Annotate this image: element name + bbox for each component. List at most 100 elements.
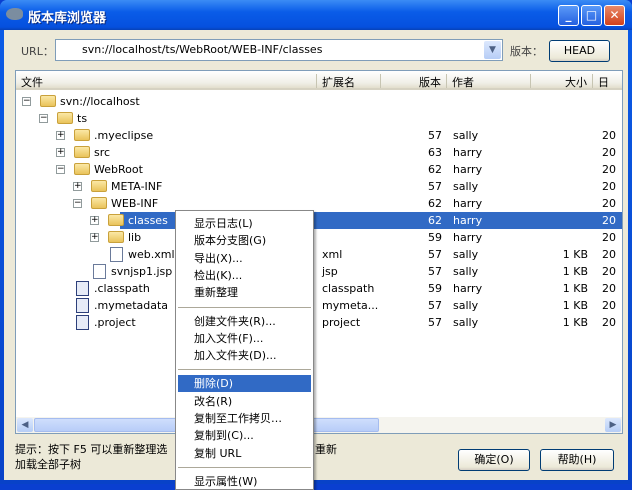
file-revision: 62	[428, 197, 442, 210]
file-author: harry	[453, 231, 483, 244]
menu-item[interactable]: 加入文件(F)...	[178, 330, 311, 347]
file-revision: 57	[428, 248, 442, 261]
file-revision: 59	[428, 231, 442, 244]
file-ext: classpath	[322, 282, 375, 295]
folder-icon	[91, 197, 107, 209]
file-size: 1 KB	[562, 299, 588, 312]
table-row[interactable]: − svn://localhost	[16, 93, 622, 110]
ok-button[interactable]: 确定(O)	[458, 449, 530, 471]
table-row[interactable]: + META-INF 57 sally 20	[16, 178, 622, 195]
horizontal-scrollbar[interactable]: ◀ ▶	[16, 417, 622, 433]
menu-item[interactable]: 改名(R)	[178, 393, 311, 410]
file-name: svnjsp1.jsp	[111, 265, 173, 278]
maximize-button[interactable]: □	[581, 5, 602, 26]
folder-icon	[108, 231, 124, 243]
table-row[interactable]: − WebRoot 62 harry 20	[16, 161, 622, 178]
revision-label: 版本：	[510, 45, 543, 58]
table-row[interactable]: + classes 62 harry 20	[16, 212, 622, 229]
revision-head-button[interactable]: HEAD	[549, 40, 610, 62]
column-header-revision[interactable]: 版本	[381, 74, 447, 89]
scroll-left-icon[interactable]: ◀	[17, 418, 33, 432]
column-header-author[interactable]: 作者	[447, 74, 531, 89]
file-date: 20	[602, 282, 616, 295]
hint-text-line1a: 提示：按下 F5 可以重新整理选	[15, 443, 168, 456]
file-author: sally	[453, 129, 479, 142]
context-menu: 显示日志(L) 版本分支图(G) 导出(X)... 检出(K)... 重新整理创建文件夹…	[175, 210, 314, 490]
hint-text-line2: 加载全部子树	[15, 458, 81, 471]
file-revision: 57	[428, 180, 442, 193]
column-header-size[interactable]: 大小	[531, 74, 593, 89]
file-author: sally	[453, 316, 479, 329]
file-list[interactable]: 文件 扩展名 版本 作者 大小 日 − svn://localhost − ts + .m…	[15, 70, 623, 434]
menu-item[interactable]: 复制至工作拷贝…	[178, 410, 311, 427]
table-row[interactable]: .project project 57 sally 1 KB 20	[16, 314, 622, 331]
file-author: harry	[453, 163, 483, 176]
file-revision: 62	[428, 214, 442, 227]
file-date: 20	[602, 214, 616, 227]
menu-item[interactable]: 显示日志(L)	[178, 215, 311, 232]
file-icon	[76, 315, 89, 330]
file-name: WebRoot	[94, 163, 143, 176]
menu-separator	[178, 466, 311, 468]
file-revision: 63	[428, 146, 442, 159]
table-row[interactable]: .mymetadata mymeta... 57 sally 1 KB 20	[16, 297, 622, 314]
file-name: web.xml	[128, 248, 175, 261]
menu-item[interactable]: 显示属性(W)	[178, 473, 311, 490]
file-date: 20	[602, 197, 616, 210]
table-row[interactable]: .classpath classpath 59 harry 1 KB 20	[16, 280, 622, 297]
file-ext: mymeta...	[322, 299, 379, 312]
column-header-ext[interactable]: 扩展名	[317, 74, 381, 89]
table-row[interactable]: − ts	[16, 110, 622, 127]
folder-icon	[91, 180, 107, 192]
collapse-icon[interactable]: −	[73, 199, 82, 208]
file-ext: xml	[322, 248, 343, 261]
table-row[interactable]: + .myeclipse 57 sally 20	[16, 127, 622, 144]
file-size: 1 KB	[562, 265, 588, 278]
folder-icon	[108, 214, 124, 226]
folder-icon	[74, 146, 90, 158]
menu-item[interactable]: 版本分支图(G)	[178, 232, 311, 249]
collapse-icon[interactable]: −	[39, 114, 48, 123]
file-revision: 57	[428, 265, 442, 278]
expand-icon[interactable]: +	[56, 148, 65, 157]
repository-browser-window: 版本库浏览器 _ □ ✕ URL： svn://localhost/ts/Web…	[0, 0, 632, 490]
table-row[interactable]: + lib 59 harry 20	[16, 229, 622, 246]
table-row[interactable]: web.xml xml 57 sally 1 KB 20	[16, 246, 622, 263]
file-icon	[110, 247, 123, 262]
table-row[interactable]: + src 63 harry 20	[16, 144, 622, 161]
file-author: sally	[453, 180, 479, 193]
file-revision: 57	[428, 129, 442, 142]
file-date: 20	[602, 146, 616, 159]
menu-item[interactable]: 检出(K)...	[178, 267, 311, 284]
table-row[interactable]: − WEB-INF 62 harry 20	[16, 195, 622, 212]
minimize-button[interactable]: _	[558, 5, 579, 26]
title-bar[interactable]: 版本库浏览器 _ □ ✕	[0, 0, 632, 30]
file-name: lib	[128, 231, 142, 244]
help-button[interactable]: 帮助(H)	[540, 449, 614, 471]
menu-item[interactable]: 加入文件夹(D)...	[178, 347, 311, 364]
column-header-file[interactable]: 文件	[16, 74, 317, 89]
close-button[interactable]: ✕	[604, 5, 625, 26]
collapse-icon[interactable]: −	[56, 165, 65, 174]
collapse-icon[interactable]: −	[22, 97, 31, 106]
menu-item[interactable]: 重新整理	[178, 284, 311, 301]
file-author: harry	[453, 214, 483, 227]
menu-item[interactable]: 创建文件夹(R)...	[178, 313, 311, 330]
chevron-down-icon[interactable]: ▼	[484, 41, 501, 59]
menu-item[interactable]: 复制到(C)...	[178, 427, 311, 444]
table-row[interactable]: svnjsp1.jsp jsp 57 sally 1 KB 20	[16, 263, 622, 280]
file-date: 20	[602, 248, 616, 261]
file-icon	[76, 281, 89, 296]
menu-item[interactable]: 复制 URL	[178, 445, 311, 462]
file-name: META-INF	[111, 180, 163, 193]
menu-item[interactable]: 删除(D)	[178, 375, 311, 393]
expand-icon[interactable]: +	[73, 182, 82, 191]
url-combobox[interactable]: svn://localhost/ts/WebRoot/WEB-INF/class…	[55, 39, 503, 61]
expand-icon[interactable]: +	[90, 233, 99, 242]
column-header-date[interactable]: 日	[593, 74, 622, 89]
expand-icon[interactable]: +	[56, 131, 65, 140]
menu-item[interactable]: 导出(X)...	[178, 250, 311, 267]
file-ext: jsp	[322, 265, 338, 278]
expand-icon[interactable]: +	[90, 216, 99, 225]
scroll-right-icon[interactable]: ▶	[605, 418, 621, 432]
